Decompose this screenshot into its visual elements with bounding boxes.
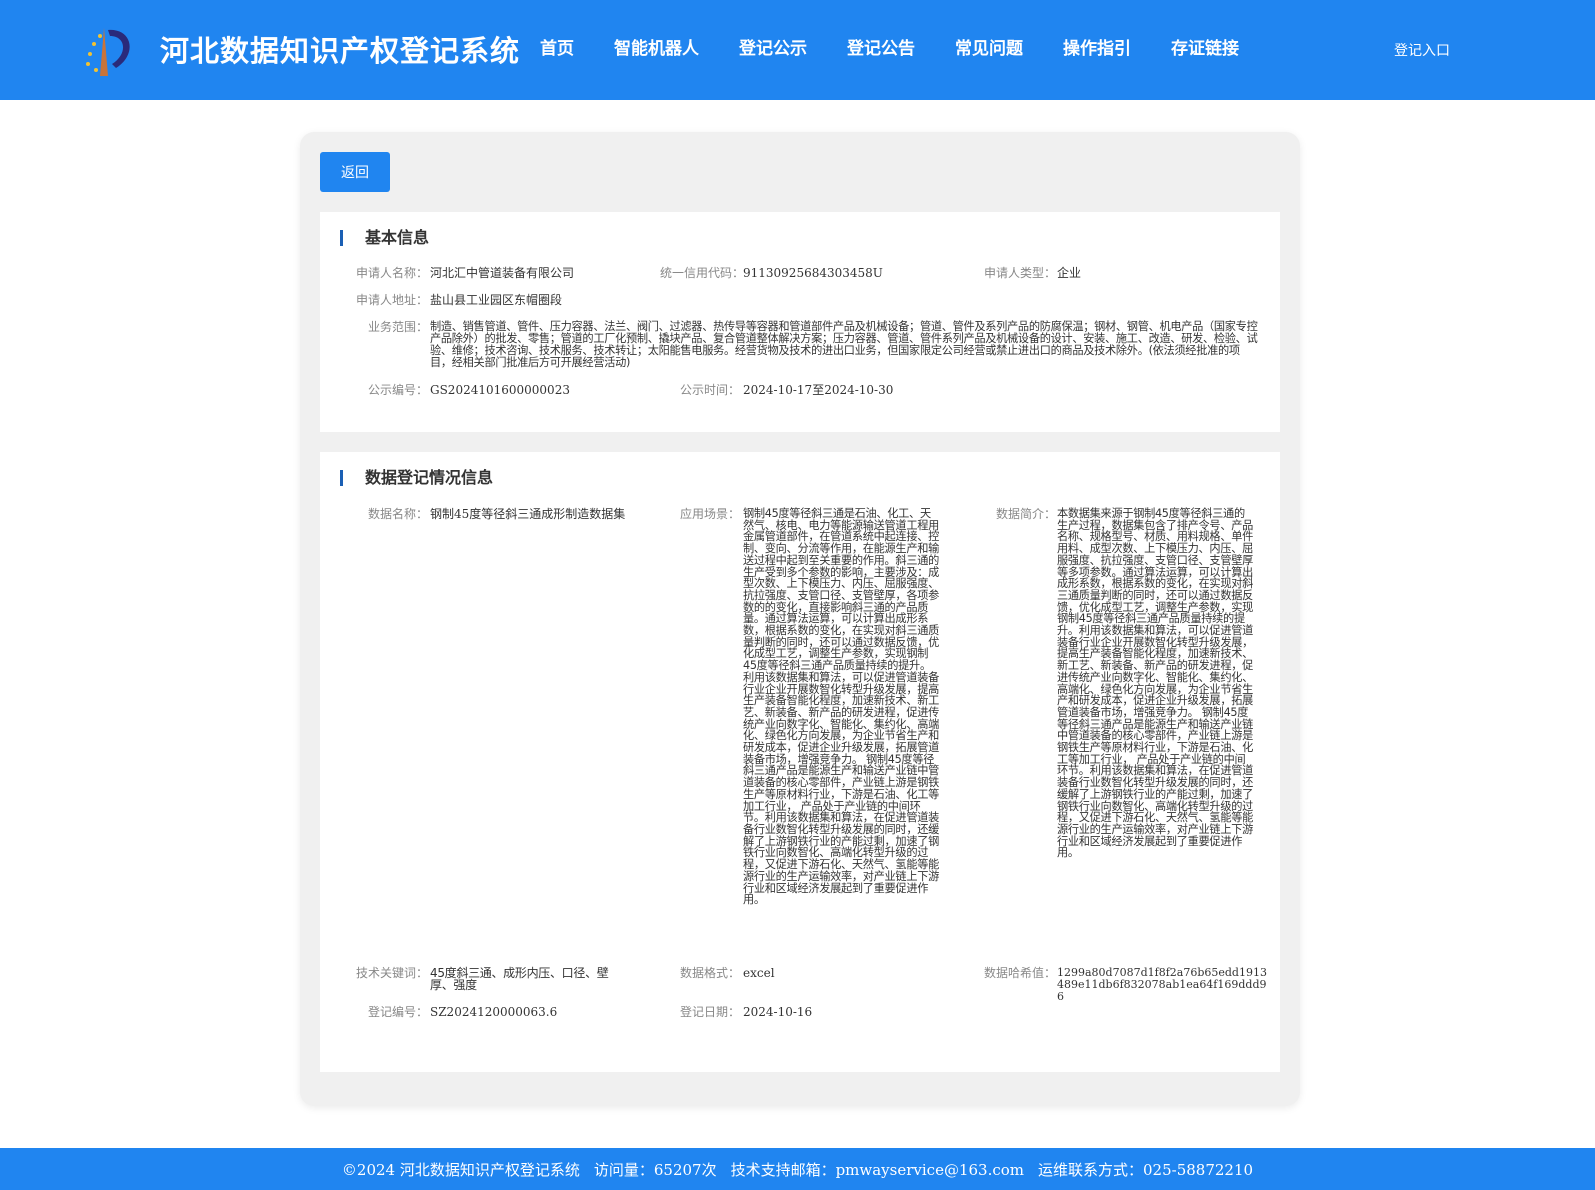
nav-evidence-link[interactable]: 存证链接 (1171, 34, 1239, 59)
nav-publicity[interactable]: 登记公示 (739, 34, 807, 59)
format-label: 数据格式： (679, 966, 740, 980)
footer-visits: 访问量：65207次 (593, 1160, 717, 1179)
header: 河北数据知识产权登记系统 首页 智能机器人 登记公示 登记公告 常见问题 操作指… (0, 0, 1595, 100)
logo-icon (86, 28, 130, 76)
reg-date-label: 登记日期： (679, 1005, 740, 1019)
footer-copyright: ©2024 河北数据知识产权登记系统 (341, 1160, 580, 1179)
footer-email: 技术支持邮箱：pmwayservice@163.com (730, 1160, 1025, 1179)
data-registration-section: 数据登记情况信息 数据名称： 钢制45度等径斜三通成形制造数据集 应用场景： 钢… (320, 452, 1280, 1072)
format-value: excel (743, 966, 775, 980)
nav-guide[interactable]: 操作指引 (1063, 34, 1131, 59)
credit-code-value: 91130925684303458U (743, 266, 883, 280)
back-button[interactable]: 返回 (320, 152, 390, 192)
hash-value: 1299a80d7087d1f8f2a76b65edd1913489e11db6… (1057, 966, 1267, 1003)
applicant-type-value: 企业 (1057, 266, 1082, 280)
pub-no-label: 公示编号： (367, 383, 428, 397)
scope-label: 业务范围： (367, 320, 428, 334)
keywords-value: 45度斜三通、成形内压、口径、壁厚、强度 (430, 966, 609, 992)
applicant-type-label: 申请人类型： (983, 266, 1056, 280)
address-label: 申请人地址： (355, 293, 428, 307)
nav-faq[interactable]: 常见问题 (955, 34, 1023, 59)
address-value: 盐山县工业园区东帽圈段 (430, 293, 563, 307)
pub-no-value: GS2024101600000023 (430, 383, 570, 397)
main-nav: 首页 智能机器人 登记公示 登记公告 常见问题 操作指引 存证链接 (540, 34, 1279, 59)
hash-label: 数据哈希值： (983, 966, 1056, 980)
login-link[interactable]: 登记入口 (1394, 40, 1450, 60)
data-name-label: 数据名称： (367, 507, 428, 521)
reg-no-label: 登记编号： (367, 1005, 428, 1019)
scene-label: 应用场景： (679, 507, 740, 521)
footer: ©2024 河北数据知识产权登记系统 访问量：65207次 技术支持邮箱：pmw… (0, 1148, 1595, 1190)
scene-value: 钢制45度等径斜三通是石油、化工、天然气、核电、电力等能源输送管道工程用金属管道… (743, 507, 939, 907)
pub-time-value: 2024-10-17至2024-10-30 (743, 383, 894, 397)
credit-code-label: 统一信用代码： (660, 266, 745, 280)
data-name-value: 钢制45度等径斜三通成形制造数据集 (430, 507, 626, 521)
data-registration-title: 数据登记情况信息 (340, 470, 493, 486)
detail-card: 返回 基本信息 申请人名称： 河北汇中管道装备有限公司 统一信用代码： 9113… (300, 132, 1300, 1106)
reg-date-value: 2024-10-16 (743, 1005, 813, 1019)
pub-time-label: 公示时间： (679, 383, 740, 397)
reg-no-value: SZ2024120000063.6 (430, 1005, 558, 1019)
footer-phone: 运维联系方式：025-58872210 (1038, 1160, 1254, 1179)
nav-announcement[interactable]: 登记公告 (847, 34, 915, 59)
basic-info-title: 基本信息 (340, 230, 429, 246)
intro-value: 本数据集来源于钢制45度等径斜三通的生产过程，数据集包含了排产令号、产品名称、规… (1057, 507, 1253, 860)
basic-info-section: 基本信息 申请人名称： 河北汇中管道装备有限公司 统一信用代码： 9113092… (320, 212, 1280, 432)
intro-label: 数据简介： (995, 507, 1056, 521)
applicant-name-label: 申请人名称： (355, 266, 428, 280)
nav-robot[interactable]: 智能机器人 (614, 34, 699, 59)
keywords-label: 技术关键词： (355, 966, 428, 980)
nav-home[interactable]: 首页 (540, 34, 574, 59)
site-title: 河北数据知识产权登记系统 (160, 34, 521, 68)
applicant-name-value: 河北汇中管道装备有限公司 (430, 266, 575, 280)
scope-value: 制造、销售管道、管件、压力容器、法兰、阀门、过滤器、热传导等容器和管道部件产品及… (430, 320, 1258, 369)
